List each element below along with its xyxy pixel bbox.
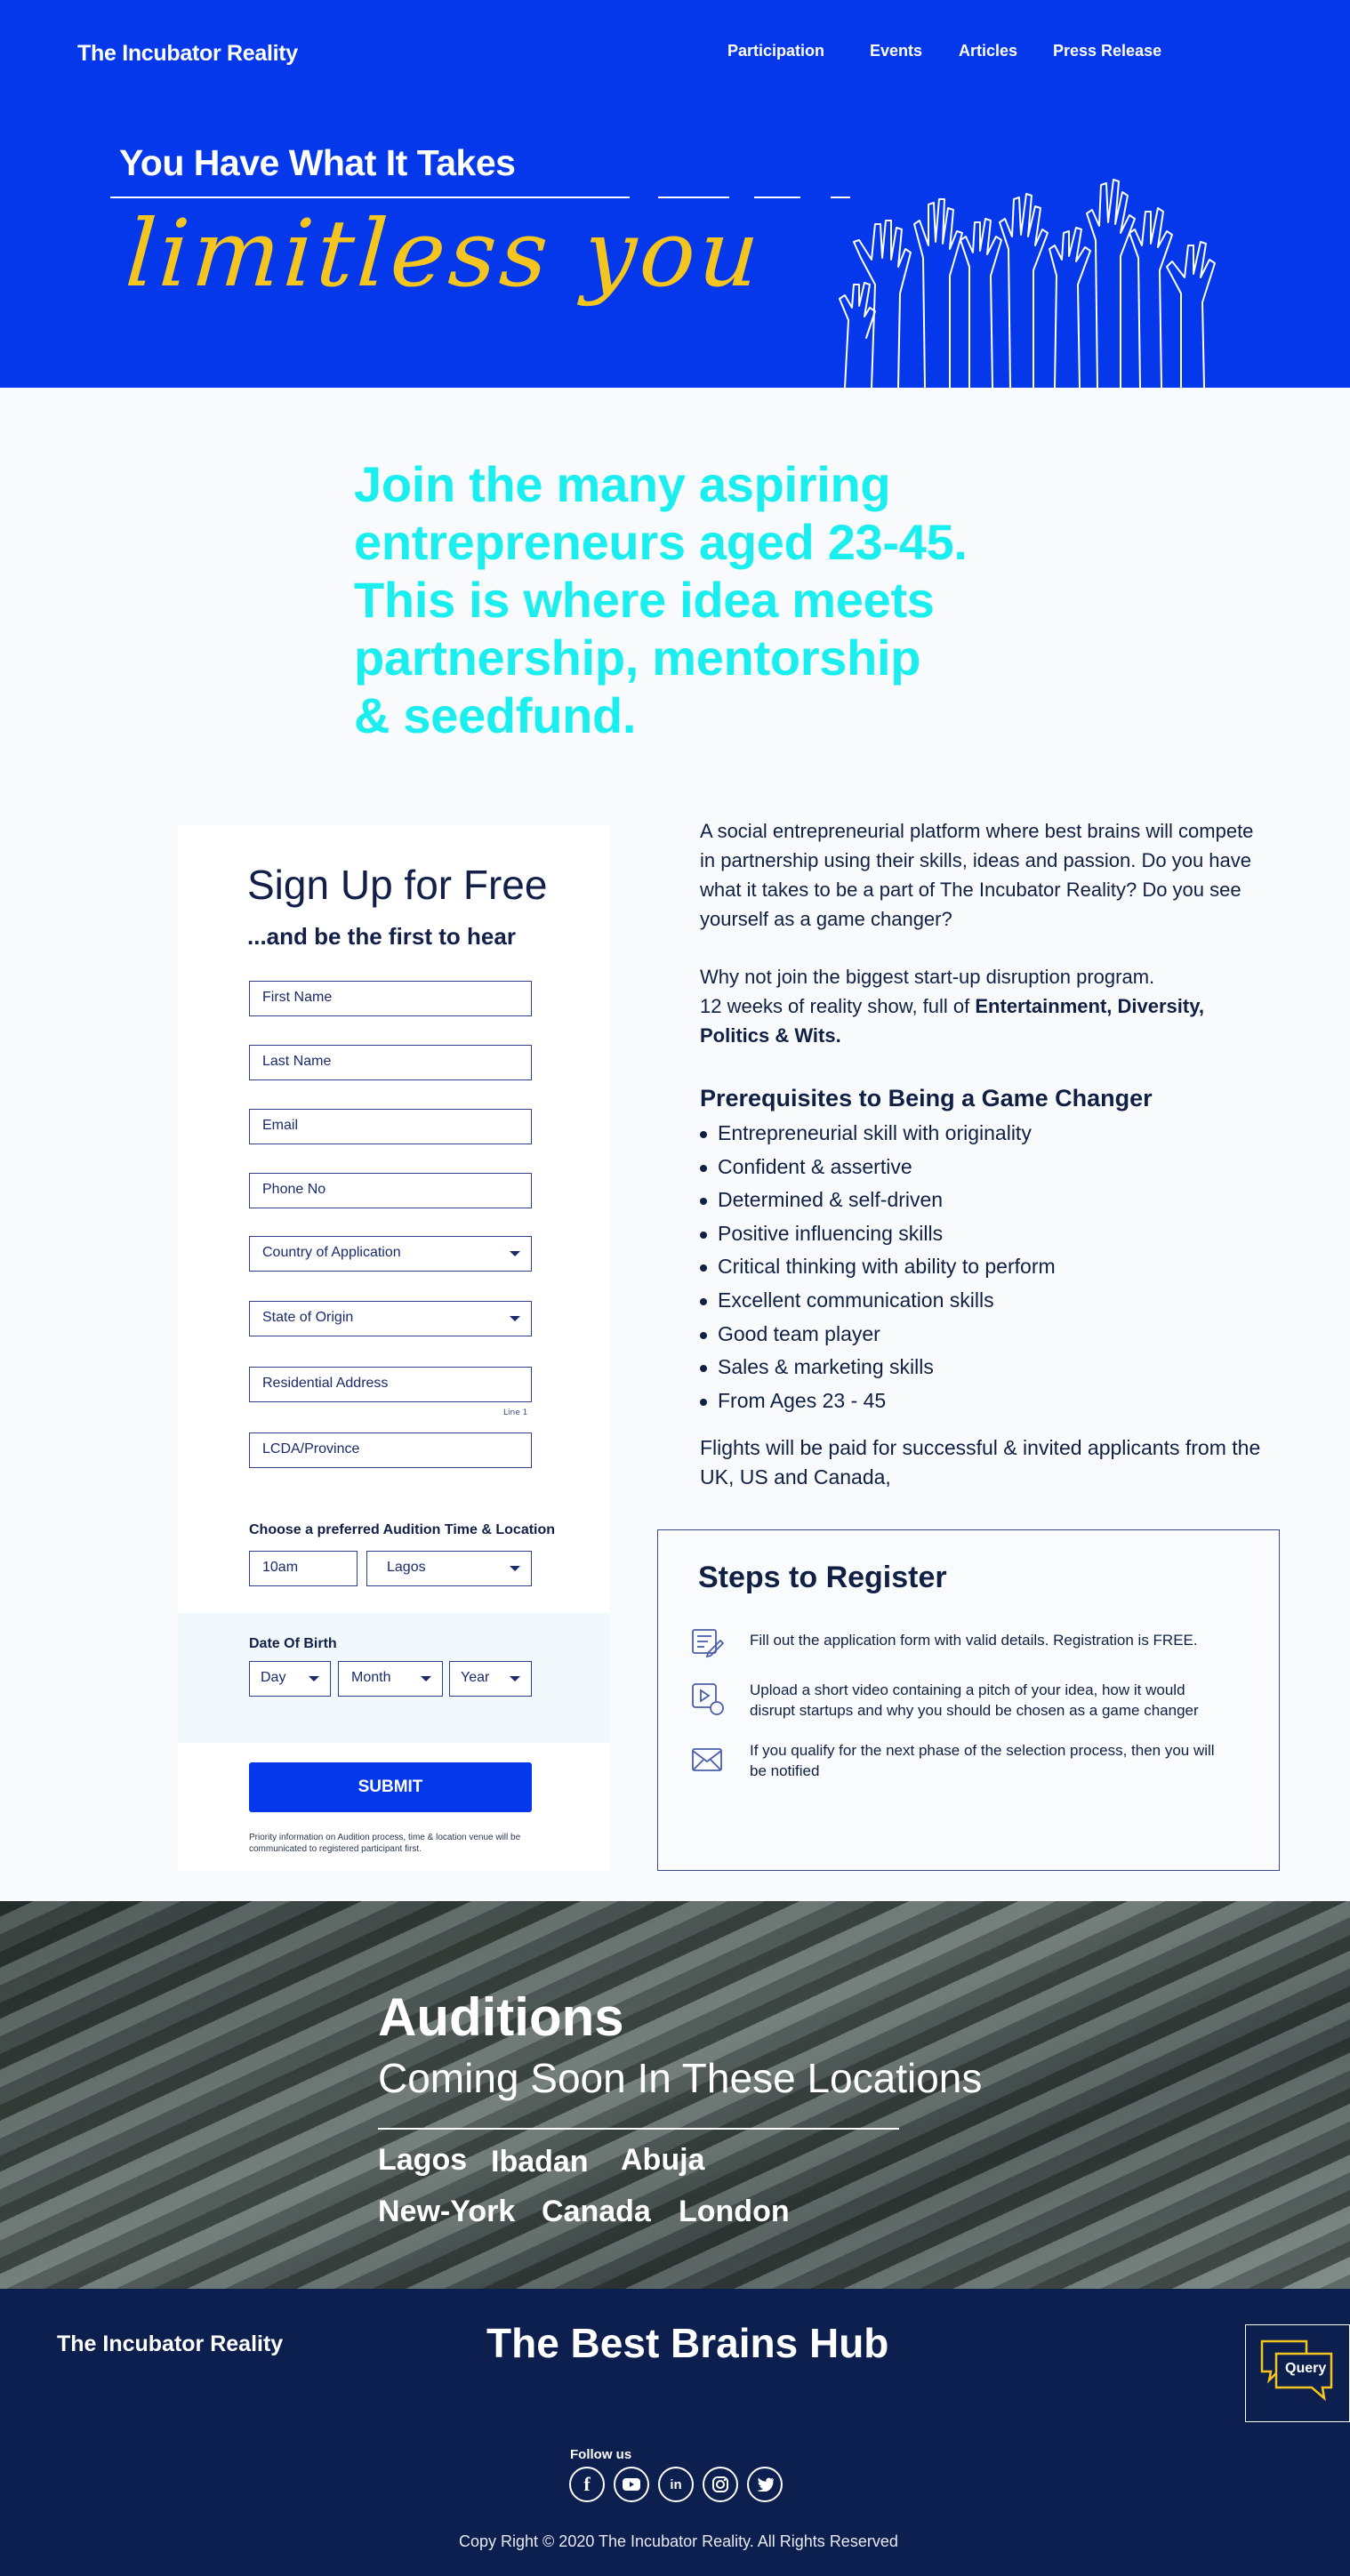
intro-line: & seedfund. <box>354 687 637 743</box>
about-highlights: 12 weeks of reality show, full of Entert… <box>700 991 1269 1050</box>
list-item: Sales & marketing skills <box>700 1351 1269 1384</box>
hero-divider <box>658 197 729 198</box>
intro-line: Join the many aspiring <box>354 456 891 512</box>
prereq-list: Entrepreneurial skill with originality C… <box>700 1117 1269 1417</box>
list-item: Confident & assertive <box>700 1151 1269 1184</box>
site-logo[interactable]: The Incubator Reality <box>77 41 298 67</box>
dob-day-select[interactable]: Day <box>249 1661 331 1697</box>
nav-articles[interactable]: Articles <box>959 42 1053 60</box>
auditions-divider <box>378 2128 899 2130</box>
list-item: Excellent communication skills <box>700 1284 1269 1318</box>
nav-press-release[interactable]: Press Release <box>1053 42 1161 60</box>
city-london: London <box>679 2195 790 2228</box>
audition-label: Choose a preferred Audition Time & Locat… <box>249 1522 556 1537</box>
city-abuja: Abuja <box>621 2143 705 2177</box>
state-select[interactable]: State of Origin <box>249 1301 532 1336</box>
instagram-icon[interactable] <box>703 2467 738 2502</box>
footer-hub-title: The Best Brains Hub <box>486 2320 889 2366</box>
city-canada: Canada <box>542 2195 651 2228</box>
step-text: Upload a short video containing a pitch … <box>750 1681 1199 1719</box>
country-select[interactable]: Country of Application <box>249 1236 532 1272</box>
raised-hands-illustration <box>839 179 1216 388</box>
auditions-subtitle: Coming Soon In These Locations <box>378 2055 983 2101</box>
main-nav: Participation Events Articles Press Rele… <box>727 42 1161 60</box>
copyright: Copy Right © 2020 The Incubator Reality.… <box>459 2532 898 2550</box>
auditions-title: Auditions <box>378 1987 624 2047</box>
nav-events[interactable]: Events <box>870 42 959 60</box>
about-highlights-text: 12 weeks of reality show, full of <box>700 995 976 1017</box>
twitter-icon[interactable] <box>747 2467 783 2502</box>
audition-time-field[interactable]: 10am <box>249 1551 358 1586</box>
phone-field[interactable]: Phone No <box>249 1173 532 1208</box>
youtube-icon[interactable] <box>614 2467 649 2502</box>
follow-us-label: Follow us <box>570 2447 632 2462</box>
flights-note: Flights will be paid for successful & in… <box>700 1436 1261 1489</box>
city-new-york: New-York <box>378 2195 516 2228</box>
address-field[interactable]: Residential Address <box>249 1367 532 1402</box>
hero-script-text: limitless you <box>122 199 767 308</box>
email-field[interactable]: Email <box>249 1109 532 1144</box>
form-subtitle: ...and be the first to hear <box>247 923 516 950</box>
list-item: Determined & self-driven <box>700 1184 1269 1217</box>
nav-participation[interactable]: Participation <box>727 42 870 60</box>
edit-form-icon <box>692 1629 724 1658</box>
step-text: Fill out the application form with valid… <box>750 1632 1198 1649</box>
auditions-banner: Auditions Coming Soon In These Locations… <box>0 1901 1350 2289</box>
prereq-title: Prerequisites to Being a Game Changer <box>700 1085 1153 1111</box>
steps-title: Steps to Register <box>698 1561 947 1594</box>
envelope-icon <box>692 1748 722 1771</box>
hero-divider <box>110 197 630 198</box>
hero-tagline: You Have What It Takes <box>119 142 516 183</box>
footer-brand[interactable]: The Incubator Reality <box>57 2331 283 2357</box>
signup-form-card: Sign Up for Free ...and be the first to … <box>178 825 610 1871</box>
list-item: Entrepreneurial skill with originality <box>700 1117 1269 1151</box>
list-item: Critical thinking with ability to perfor… <box>700 1250 1269 1284</box>
about-line: Why not join the biggest start-up disrup… <box>700 966 1155 988</box>
step-text: If you qualify for the next phase of the… <box>750 1742 1215 1779</box>
audition-location-select[interactable]: Lagos <box>366 1551 532 1586</box>
video-upload-icon <box>692 1683 724 1715</box>
intro-line: entrepreneurs aged 23-45. <box>354 514 968 570</box>
query-chat-button[interactable]: Query <box>1245 2324 1350 2422</box>
hero-banner: The Incubator Reality Participation Even… <box>0 0 1350 388</box>
priority-note: Priority information on Audition process… <box>249 1833 521 1854</box>
submit-button[interactable]: SUBMIT <box>249 1762 532 1812</box>
hero-divider <box>754 197 800 198</box>
list-item: From Ages 23 - 45 <box>700 1384 1269 1418</box>
first-name-field[interactable]: First Name <box>249 981 532 1016</box>
last-name-field[interactable]: Last Name <box>249 1045 532 1080</box>
steps-to-register: Steps to Register Fill out the applicati… <box>657 1529 1280 1871</box>
linkedin-icon[interactable]: in <box>658 2467 694 2502</box>
lcda-field[interactable]: LCDA/Province <box>249 1432 532 1468</box>
dob-label: Date Of Birth <box>249 1636 337 1651</box>
query-label: Query <box>1285 2361 1327 2376</box>
about-paragraph: A social entrepreneurial platform where … <box>700 820 1254 930</box>
list-item: Good team player <box>700 1318 1269 1352</box>
intro-heading: Join the many aspiring entrepreneurs age… <box>354 455 1065 744</box>
dob-year-select[interactable]: Year <box>449 1661 532 1697</box>
city-lagos: Lagos <box>378 2143 468 2177</box>
social-links: f in <box>569 2467 783 2502</box>
intro-line: partnership, mentorship <box>354 630 921 686</box>
city-ibadan: Ibadan <box>491 2145 589 2179</box>
intro-line: This is where idea meets <box>354 572 935 628</box>
form-title: Sign Up for Free <box>247 862 548 908</box>
facebook-icon[interactable]: f <box>569 2467 605 2502</box>
dob-month-select[interactable]: Month <box>338 1661 443 1697</box>
list-item: Positive influencing skills <box>700 1217 1269 1251</box>
footer: The Incubator Reality The Best Brains Hu… <box>0 2289 1350 2576</box>
address-line-hint: Line 1 <box>503 1408 528 1417</box>
